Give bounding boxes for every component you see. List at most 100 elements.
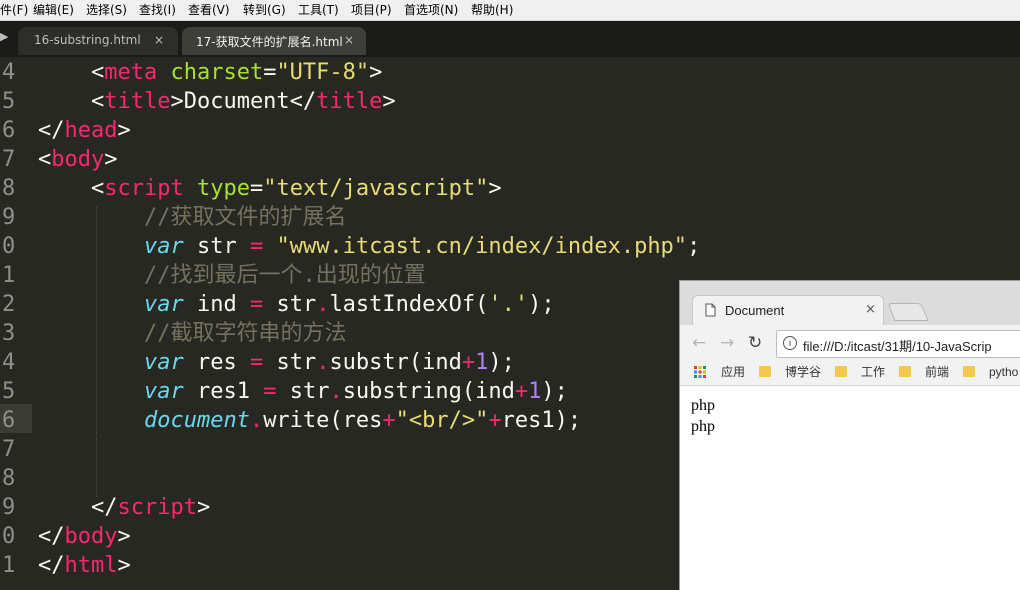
code-token: > bbox=[488, 176, 502, 201]
code-line[interactable]: </body> bbox=[38, 522, 131, 551]
code-line[interactable]: //找到最后一个.出现的位置 bbox=[38, 261, 426, 290]
tab-17-extension[interactable]: 17-获取文件的扩展名.html × bbox=[182, 27, 366, 55]
code-line[interactable]: </head> bbox=[38, 116, 131, 145]
code-token: ); bbox=[528, 292, 555, 317]
tab-scroll-icon[interactable]: ▶ bbox=[0, 30, 8, 43]
code-line[interactable]: var res = str.substr(ind+1); bbox=[38, 348, 515, 377]
code-line[interactable]: var ind = str.lastIndexOf('.'); bbox=[38, 290, 555, 319]
line-number: 4 bbox=[2, 60, 16, 85]
line-number: 9 bbox=[2, 495, 16, 520]
code-line[interactable]: var str = "www.itcast.cn/index/index.php… bbox=[38, 232, 700, 261]
code-token: title bbox=[316, 89, 383, 114]
info-icon[interactable]: i bbox=[783, 336, 797, 350]
apps-icon[interactable] bbox=[694, 366, 706, 378]
code-token: script bbox=[117, 495, 197, 520]
code-token: type bbox=[196, 176, 250, 201]
code-token: > bbox=[369, 60, 383, 85]
code-line[interactable]: var res1 = str.substring(ind+1); bbox=[38, 377, 568, 406]
line-number: 6 bbox=[2, 408, 16, 433]
apps-label[interactable]: 应用 bbox=[721, 363, 745, 381]
code-token: meta bbox=[104, 60, 158, 85]
code-token: 1 bbox=[475, 350, 489, 375]
line-number: 6 bbox=[2, 118, 16, 143]
code-line[interactable]: //截取字符串的方法 bbox=[38, 319, 347, 348]
code-token: = bbox=[249, 350, 264, 375]
code-token: . bbox=[316, 292, 330, 317]
code-token: > bbox=[382, 89, 396, 114]
code-token: str bbox=[183, 234, 250, 259]
code-line[interactable]: //获取文件的扩展名 bbox=[38, 203, 347, 232]
code-token: substring(ind bbox=[342, 379, 515, 404]
menu-selection[interactable]: 选择(S) bbox=[86, 2, 127, 18]
browser-tab-title: Document bbox=[725, 303, 785, 318]
close-icon[interactable]: × bbox=[344, 33, 354, 47]
code-token: > bbox=[104, 147, 118, 172]
code-line[interactable]: <body> bbox=[38, 145, 117, 174]
code-token: = bbox=[249, 234, 264, 259]
code-token: > bbox=[196, 495, 211, 520]
code-token: + bbox=[461, 350, 476, 375]
code-token: var bbox=[143, 234, 184, 259]
code-token: . bbox=[249, 408, 264, 433]
code-token: res1 bbox=[183, 379, 264, 404]
code-line[interactable]: document.write(res+"<br/>"+res1); bbox=[38, 406, 581, 435]
new-tab-button[interactable] bbox=[887, 303, 929, 321]
line-number: 9 bbox=[2, 205, 16, 230]
code-token: res bbox=[183, 350, 250, 375]
bookmark-item[interactable]: 前端 bbox=[925, 363, 949, 381]
indent-guide bbox=[96, 439, 97, 497]
url-text: file:///D:/itcast/31期/10-JavaScrip bbox=[803, 339, 992, 354]
code-token: < bbox=[38, 176, 105, 201]
menu-project[interactable]: 项目(P) bbox=[351, 2, 392, 18]
code-line[interactable]: <meta charset="UTF-8"> bbox=[38, 58, 382, 87]
code-line[interactable]: </html> bbox=[38, 551, 131, 580]
code-token: = bbox=[249, 292, 264, 317]
menu-tools[interactable]: 工具(T) bbox=[298, 2, 339, 18]
line-number: 7 bbox=[2, 147, 16, 172]
bookmark-item[interactable]: 博学谷 bbox=[785, 363, 821, 381]
code-token: //获取文件的扩展名 bbox=[143, 205, 347, 230]
code-token: body bbox=[51, 147, 105, 172]
output-line: php bbox=[691, 397, 715, 414]
code-token: > bbox=[117, 524, 131, 549]
code-token: + bbox=[514, 379, 529, 404]
line-number: 5 bbox=[2, 89, 16, 114]
code-line[interactable]: <script type="text/javascript"> bbox=[38, 174, 502, 203]
bookmark-item[interactable]: 工作 bbox=[861, 363, 885, 381]
tab-label: 16-substring.html bbox=[34, 33, 141, 47]
code-token: title bbox=[104, 89, 171, 114]
page-icon bbox=[705, 303, 716, 317]
menu-view[interactable]: 查看(V) bbox=[188, 2, 230, 18]
close-icon[interactable]: × bbox=[154, 33, 164, 47]
bookmark-item[interactable]: pytho bbox=[989, 363, 1018, 381]
menu-help[interactable]: 帮助(H) bbox=[471, 2, 513, 18]
code-token: 1 bbox=[528, 379, 542, 404]
code-line[interactable]: </script> bbox=[38, 493, 210, 522]
code-token: </ bbox=[38, 524, 65, 549]
back-icon[interactable]: ← bbox=[692, 333, 706, 353]
code-token: head bbox=[64, 118, 118, 143]
code-token: var bbox=[143, 292, 184, 317]
menu-goto[interactable]: 转到(G) bbox=[243, 2, 286, 18]
reload-icon[interactable]: ↻ bbox=[748, 333, 762, 353]
browser-tab[interactable]: Document × bbox=[692, 295, 884, 326]
menu-edit[interactable]: 编辑(E) bbox=[33, 2, 74, 18]
code-line[interactable]: <title>Document</title> bbox=[38, 87, 396, 116]
code-token: = bbox=[263, 379, 277, 404]
code-token: //找到最后一个.出现的位置 bbox=[143, 263, 426, 288]
address-bar[interactable]: i file:///D:/itcast/31期/10-JavaScrip bbox=[776, 330, 1020, 358]
close-icon[interactable]: × bbox=[865, 302, 876, 317]
tab-label: 17-获取文件的扩展名.html bbox=[196, 35, 343, 49]
menu-find[interactable]: 查找(I) bbox=[139, 2, 176, 18]
menu-file[interactable]: 件(F) bbox=[0, 2, 28, 18]
forward-icon[interactable]: → bbox=[720, 333, 734, 353]
menu-preferences[interactable]: 首选项(N) bbox=[404, 2, 458, 18]
browser-window: Document × ← → ↻ i file:///D:/itcast/31期… bbox=[679, 280, 1020, 590]
tab-16-substring[interactable]: 16-substring.html × bbox=[18, 27, 178, 55]
folder-icon bbox=[899, 366, 911, 377]
code-token: substr(ind bbox=[329, 350, 462, 375]
